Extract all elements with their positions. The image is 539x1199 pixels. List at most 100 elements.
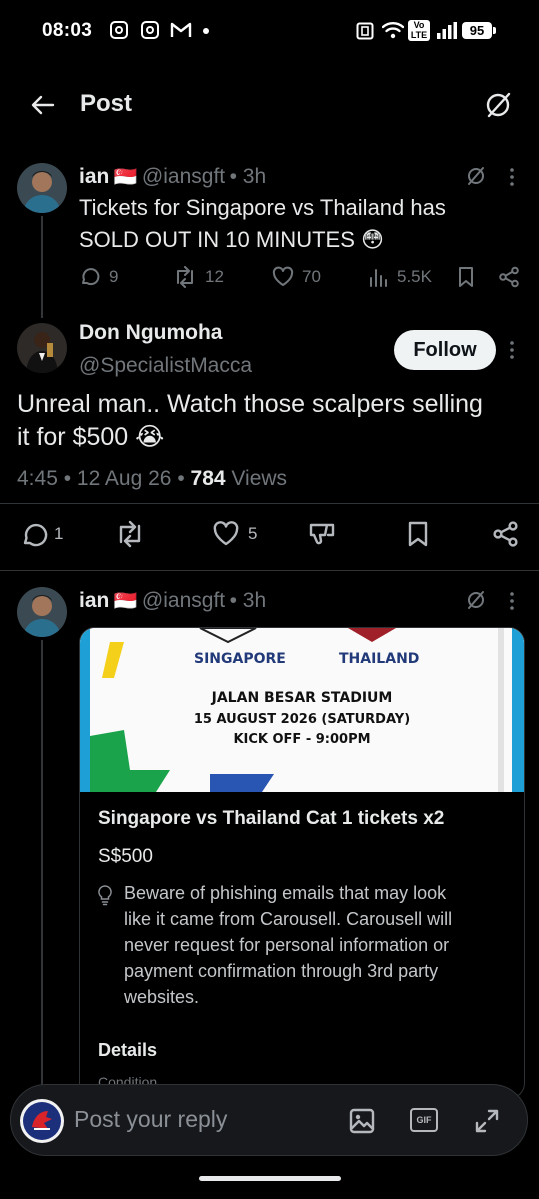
divider xyxy=(0,570,539,571)
battery-indicator: 95 xyxy=(462,22,496,39)
notice-line: payment confirmation through 3rd party xyxy=(124,961,439,981)
author-name-text: Don Ngumoha xyxy=(79,321,223,344)
volte-label-top: Vo xyxy=(413,20,425,30)
status-time: 08:03 xyxy=(42,20,93,41)
arrow-left-icon xyxy=(31,95,55,115)
post-text-line: Unreal man.. Watch those scalpers sellin… xyxy=(17,390,483,418)
post-text-line: SOLD OUT IN 10 MINUTES 😳 xyxy=(79,227,384,252)
avatar[interactable] xyxy=(20,1099,64,1143)
page-title: Post xyxy=(80,90,133,117)
post-text-line: Tickets for Singapore vs Thailand has xyxy=(79,195,446,220)
more-button[interactable] xyxy=(506,591,518,611)
bookmark-icon xyxy=(459,267,473,287)
listing-card[interactable]: SINGAPORE THAILAND JALAN BESAR STADIUM 1… xyxy=(79,627,525,1099)
bookmark-button[interactable] xyxy=(456,266,476,288)
share-icon xyxy=(499,266,519,288)
volte-label-bottom: LTE xyxy=(410,30,428,40)
reply-button[interactable]: 1 xyxy=(20,520,63,548)
post-meta: 4:45 • 12 Aug 26 • 784 Views xyxy=(17,467,287,491)
expand-button[interactable] xyxy=(474,1108,500,1134)
dislike-button[interactable] xyxy=(308,520,336,548)
repost-count: 12 xyxy=(205,267,224,286)
divider xyxy=(0,503,539,504)
more-vertical-icon xyxy=(510,341,514,359)
more-vertical-icon xyxy=(510,168,514,186)
bookmark-button[interactable] xyxy=(405,520,431,548)
grok-icon xyxy=(468,591,484,609)
ticket-kickoff: KICK OFF - 9:00PM xyxy=(233,732,371,747)
notification-dot-icon xyxy=(203,28,209,34)
repost-icon xyxy=(177,266,193,288)
ticket-image[interactable]: SINGAPORE THAILAND JALAN BESAR STADIUM 1… xyxy=(80,628,524,792)
image-icon xyxy=(349,1108,375,1134)
image-button[interactable] xyxy=(349,1108,375,1134)
avatar[interactable] xyxy=(17,587,67,637)
repost-button[interactable]: 12 xyxy=(173,266,224,288)
follow-button[interactable]: Follow xyxy=(394,330,496,370)
post-time: • 3h xyxy=(229,589,267,612)
heart-icon xyxy=(213,521,239,546)
reply-count: 9 xyxy=(109,267,119,286)
views-count: 784 xyxy=(190,467,226,490)
thread-line xyxy=(41,216,43,318)
gesture-bar[interactable] xyxy=(199,1176,341,1181)
grok-button[interactable] xyxy=(482,89,514,121)
reply-count: 1 xyxy=(54,524,64,543)
share-button[interactable] xyxy=(498,266,520,288)
bookmark-icon xyxy=(408,521,428,547)
author-name[interactable]: ian xyxy=(79,589,109,612)
ticket-team-left: SINGAPORE xyxy=(194,651,286,667)
flag-icon: 🇸🇬 xyxy=(113,591,138,612)
author-handle[interactable]: @SpecialistMacca xyxy=(79,354,252,378)
author-handle[interactable]: @iansgft xyxy=(142,589,225,612)
repost-icon xyxy=(119,520,141,548)
post-header: ian 🇸🇬 @iansgft • 3h xyxy=(79,165,266,189)
avatar[interactable] xyxy=(17,163,67,213)
heart-icon xyxy=(272,266,294,286)
grok-icon xyxy=(468,167,484,185)
grok-icon xyxy=(486,92,511,118)
nfc-icon xyxy=(356,22,374,40)
post-time: • 3h xyxy=(229,165,267,188)
wifi-icon xyxy=(382,21,404,39)
volte-icon: Vo LTE xyxy=(408,20,430,41)
thread-line xyxy=(41,640,43,1085)
like-count: 5 xyxy=(248,524,258,543)
flag-icon: 🇸🇬 xyxy=(113,167,138,188)
share-icon xyxy=(493,521,518,547)
ticket-date: 15 AUGUST 2026 (SATURDAY) xyxy=(193,712,411,727)
post-text: Unreal man.. Watch those scalpers sellin… xyxy=(17,388,483,454)
analytics-icon xyxy=(370,269,387,287)
views-count: 5.5K xyxy=(397,267,432,286)
instagram-icon xyxy=(141,21,159,39)
thumbs-down-icon xyxy=(309,523,335,545)
reply-button[interactable]: 9 xyxy=(79,266,118,288)
like-button[interactable]: 5 xyxy=(212,520,257,548)
grok-button[interactable] xyxy=(465,165,487,187)
back-button[interactable] xyxy=(28,90,58,120)
share-button[interactable] xyxy=(492,520,520,548)
views-button[interactable]: 5.5K xyxy=(369,266,432,288)
details-heading: Details xyxy=(98,1040,158,1060)
like-button[interactable]: 70 xyxy=(272,266,321,288)
phishing-notice: Beware of phishing emails that may look … xyxy=(124,880,504,1010)
post-timestamp[interactable]: 4:45 • 12 Aug 26 • xyxy=(17,467,185,490)
notice-line: Beware of phishing emails that may look xyxy=(124,883,447,903)
lightbulb-icon xyxy=(96,884,114,906)
like-count: 70 xyxy=(302,267,321,286)
avatar[interactable] xyxy=(17,323,67,373)
author-name[interactable]: ian xyxy=(79,165,109,188)
more-button[interactable] xyxy=(506,340,518,360)
notice-line: never request for personal information o… xyxy=(124,935,450,955)
gif-button[interactable]: GIF xyxy=(410,1108,438,1132)
grok-button[interactable] xyxy=(465,589,487,611)
comment-icon xyxy=(23,523,48,547)
views-label: Views xyxy=(231,467,288,490)
reply-input[interactable]: Post your reply xyxy=(74,1106,227,1133)
notice-line: like it came from Carousell. Carousell w… xyxy=(124,909,453,929)
post-text-line: it for $500 😭 xyxy=(17,423,165,451)
author-name[interactable]: Don Ngumoha xyxy=(79,321,222,345)
repost-button[interactable] xyxy=(114,520,146,548)
author-handle[interactable]: @iansgft xyxy=(142,165,225,188)
more-button[interactable] xyxy=(506,167,518,187)
